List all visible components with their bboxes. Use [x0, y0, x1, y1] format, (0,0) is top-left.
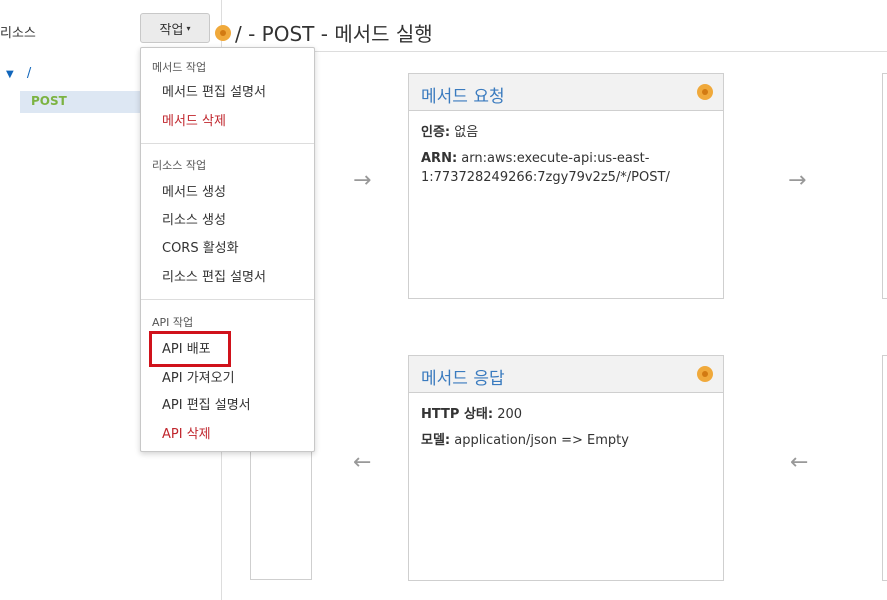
- header-divider: [222, 51, 887, 52]
- arrow-left-icon: ←: [790, 450, 809, 475]
- deploy-api-highlight-box: [149, 331, 231, 367]
- arrow-right-icon: →: [353, 168, 372, 193]
- method-response-body: HTTP 상태: 200 모델: application/json => Emp…: [409, 393, 723, 469]
- status-value: 200: [497, 407, 523, 422]
- method-response-panel: 메서드 응답 HTTP 상태: 200 모델: application/json…: [408, 355, 724, 581]
- integration-request-panel-edge: [882, 73, 887, 299]
- arn-value: arn:aws:execute-api:us-east-1:7737282492…: [421, 151, 670, 185]
- status-dot-icon: [697, 366, 713, 382]
- status-dot-icon: [697, 84, 713, 100]
- menu-item-delete-api[interactable]: API 삭제: [162, 423, 211, 442]
- status-row: HTTP 상태: 200: [421, 405, 711, 424]
- menu-item-create-method[interactable]: 메서드 생성: [162, 181, 226, 200]
- menu-item-edit-method-docs[interactable]: 메서드 편집 설명서: [162, 81, 266, 100]
- method-response-header: 메서드 응답: [409, 356, 723, 393]
- resources-heading: 리소스: [0, 26, 36, 41]
- menu-item-edit-resource-docs[interactable]: 리소스 편집 설명서: [162, 266, 266, 285]
- arrow-left-icon: ←: [353, 450, 372, 475]
- integration-response-panel-edge: [882, 355, 887, 581]
- method-request-title[interactable]: 메서드 요청: [421, 82, 505, 107]
- caret-down-icon[interactable]: ▼: [6, 69, 14, 80]
- model-row: 모델: application/json => Empty: [421, 431, 711, 450]
- auth-value: 없음: [454, 125, 479, 140]
- tree-root-item[interactable]: ▼ /: [6, 66, 31, 81]
- auth-row: 인증: 없음: [421, 123, 711, 142]
- menu-heading-method-actions: 메서드 작업: [152, 61, 207, 74]
- method-request-header: 메서드 요청: [409, 74, 723, 111]
- actions-button[interactable]: 작업 ▾: [140, 13, 210, 43]
- auth-label: 인증:: [421, 125, 451, 140]
- actions-button-label: 작업: [159, 22, 184, 38]
- actions-dropdown-menu: 메서드 작업 메서드 편집 설명서 메서드 삭제 리소스 작업 메서드 생성 리…: [140, 47, 315, 452]
- method-request-panel: 메서드 요청 인증: 없음 ARN: arn:aws:execute-api:u…: [408, 73, 724, 299]
- arn-label: ARN:: [421, 151, 458, 166]
- tree-item-post-label: POST: [31, 94, 67, 108]
- method-response-title[interactable]: 메서드 응답: [421, 364, 505, 389]
- page-title: / - POST - 메서드 실행: [235, 22, 433, 46]
- menu-divider: [141, 143, 314, 144]
- menu-item-delete-method[interactable]: 메서드 삭제: [162, 110, 226, 129]
- model-value: application/json => Empty: [454, 433, 629, 448]
- arrow-right-icon: →: [788, 168, 807, 193]
- method-request-body: 인증: 없음 ARN: arn:aws:execute-api:us-east-…: [409, 111, 723, 206]
- menu-heading-api-actions: API 작업: [152, 316, 194, 329]
- menu-item-create-resource[interactable]: 리소스 생성: [162, 209, 226, 228]
- menu-item-import-api[interactable]: API 가져오기: [162, 367, 235, 386]
- tree-root-label: /: [26, 66, 32, 81]
- menu-item-enable-cors[interactable]: CORS 활성화: [162, 237, 239, 256]
- model-label: 모델:: [421, 433, 451, 448]
- status-label: HTTP 상태:: [421, 407, 494, 422]
- arn-row: ARN: arn:aws:execute-api:us-east-1:77372…: [421, 149, 711, 187]
- menu-item-edit-api-docs[interactable]: API 편집 설명서: [162, 394, 251, 413]
- menu-heading-resource-actions: 리소스 작업: [152, 159, 207, 172]
- triangle-down-icon: ▾: [186, 23, 191, 33]
- menu-divider: [141, 299, 314, 300]
- status-dot-icon: [215, 25, 231, 41]
